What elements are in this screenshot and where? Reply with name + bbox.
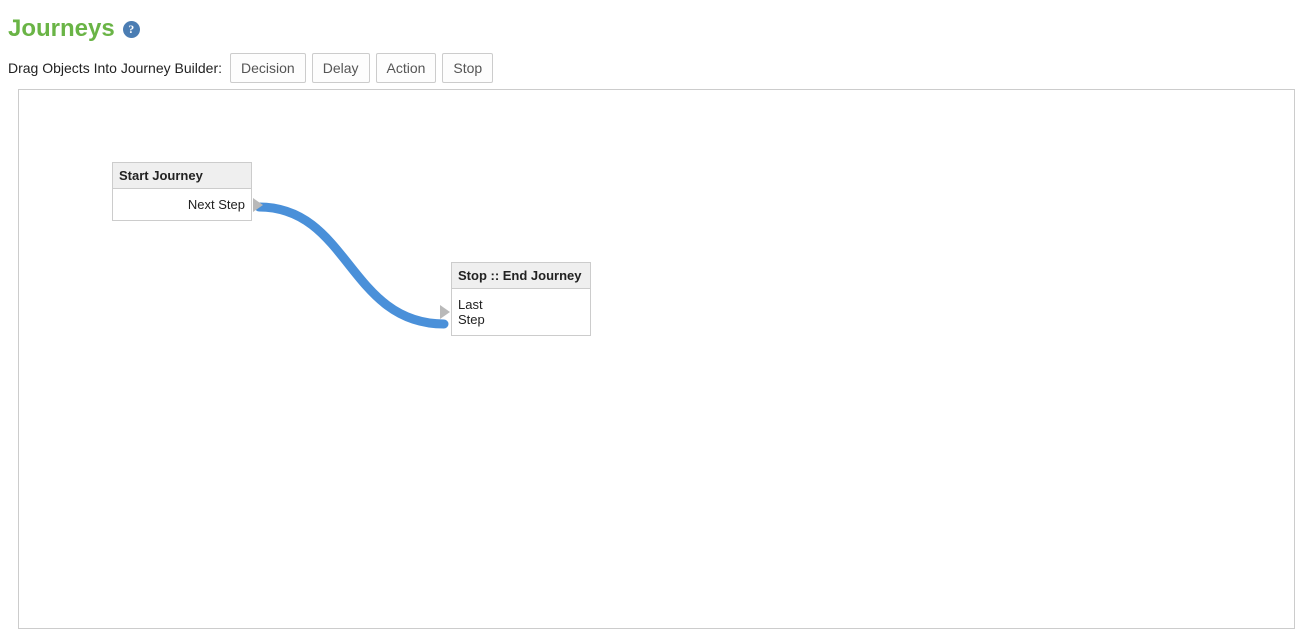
page-title: Journeys ? — [8, 15, 1308, 43]
start-journey-node[interactable]: Start Journey Next Step — [112, 162, 252, 221]
decision-object-button[interactable]: Decision — [230, 53, 306, 83]
action-object-button[interactable]: Action — [376, 53, 437, 83]
port-out-icon[interactable] — [253, 198, 263, 212]
stop-journey-node-body: Last Step — [452, 289, 590, 335]
port-in-icon[interactable] — [440, 305, 450, 319]
start-journey-node-body: Next Step — [113, 189, 251, 220]
toolbar-label: Drag Objects Into Journey Builder: — [8, 60, 222, 76]
stop-journey-node-header: Stop :: End Journey — [452, 263, 590, 289]
stop-journey-node[interactable]: Stop :: End Journey Last Step — [451, 262, 591, 336]
stop-journey-body-text: Last Step — [458, 297, 498, 327]
toolbar: Drag Objects Into Journey Builder: Decis… — [8, 53, 1308, 83]
stop-object-button[interactable]: Stop — [442, 53, 493, 83]
start-journey-node-header: Start Journey — [113, 163, 251, 189]
page-title-text: Journeys — [8, 15, 115, 43]
delay-object-button[interactable]: Delay — [312, 53, 370, 83]
journey-canvas[interactable]: Start Journey Next Step Stop :: End Jour… — [18, 89, 1295, 629]
help-icon[interactable]: ? — [123, 21, 140, 38]
start-journey-body-text: Next Step — [188, 197, 245, 212]
